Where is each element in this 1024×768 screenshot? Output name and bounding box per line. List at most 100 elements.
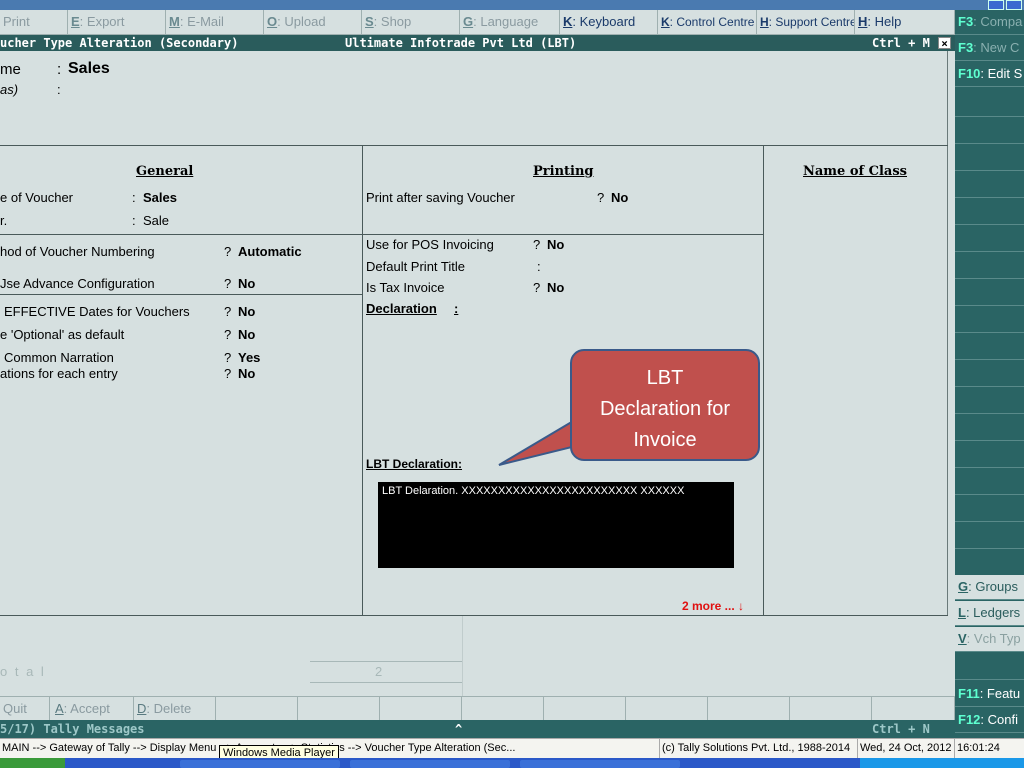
menu-support-centre-key: H	[760, 15, 769, 29]
empty-button	[298, 697, 380, 721]
lbt-declaration-label: LBT Declaration:	[366, 457, 463, 471]
default-print-title-label: Default Print Title	[366, 259, 465, 274]
advance-config-value[interactable]: No	[238, 276, 255, 291]
quit-button-label: Quit	[3, 701, 27, 716]
general-row-sep: :	[132, 213, 136, 228]
menu-keyboard[interactable]: K: Keyboard	[560, 10, 658, 35]
optional-default-value[interactable]: No	[238, 327, 255, 342]
general-row-label: Jse Advance Configuration	[0, 276, 155, 291]
accept-button[interactable]: A: Accept	[52, 697, 134, 721]
empty-panel-button	[955, 362, 1024, 387]
menu-control-centre-label: : Control Centre	[669, 15, 755, 29]
voucher-types-button[interactable]: V: Vch Typ	[955, 627, 1024, 652]
configure-button[interactable]: F12: Confi	[955, 708, 1024, 733]
tally-messages-bar[interactable]: 5/17) Tally Messages ^ Ctrl + N	[0, 720, 955, 738]
close-screen-icon[interactable]: ×	[938, 37, 951, 49]
callout-line: Invoice	[633, 429, 697, 451]
start-button[interactable]	[0, 758, 65, 768]
rp-label: : Groups	[968, 579, 1018, 594]
general-row-sep: ?	[224, 350, 232, 365]
common-narration-value[interactable]: Yes	[238, 350, 260, 365]
taskbar-window-button[interactable]	[350, 760, 510, 768]
close-window-icon[interactable]	[1006, 0, 1022, 10]
quit-button[interactable]: Quit	[0, 697, 50, 721]
numbering-method-value[interactable]: Automatic	[238, 244, 302, 259]
general-row-label: hod of Voucher Numbering	[0, 244, 155, 259]
copyright-text: (c) Tally Solutions Pvt. Ltd., 1988-2014	[660, 739, 858, 759]
minimize-icon[interactable]	[988, 0, 1004, 10]
features-button[interactable]: F11: Featu	[955, 682, 1024, 707]
current-date: Wed, 24 Oct, 2012	[858, 739, 955, 759]
general-row-sep: ?	[224, 304, 232, 319]
general-printing-divider	[362, 145, 363, 616]
pos-invoicing-value[interactable]: No	[547, 237, 564, 252]
empty-button	[626, 697, 708, 721]
lbt-callout: LBT Declaration for Invoice	[570, 349, 760, 461]
empty-panel-button	[955, 443, 1024, 468]
menu-email[interactable]: M: E-Mail	[166, 10, 264, 35]
window-top-strip	[0, 0, 1024, 10]
alias-label: as)	[0, 82, 19, 97]
empty-button	[544, 697, 626, 721]
edit-screen-button[interactable]: F10: Edit S	[955, 62, 1024, 87]
callout-line: LBT	[646, 367, 684, 389]
new-company-button[interactable]: F3: New C	[955, 36, 1024, 61]
menu-support-centre[interactable]: H: Support Centre	[757, 10, 855, 35]
lbt-declaration-textarea[interactable]: LBT Delaration. XXXXXXXXXXXXXXXXXXXXXXXX…	[378, 482, 734, 568]
empty-panel-button	[955, 335, 1024, 360]
print-after-saving-value[interactable]: No	[611, 190, 628, 205]
menu-print-label: Print	[3, 14, 30, 29]
effective-dates-value[interactable]: No	[238, 304, 255, 319]
more-items-link[interactable]: 2 more ... ↓	[682, 599, 744, 613]
menu-keyboard-key: K	[563, 14, 573, 29]
company-info-button[interactable]: F3: Compa	[955, 10, 1024, 35]
rp-key: F11	[958, 686, 980, 701]
declaration-sep: :	[454, 301, 459, 316]
tax-invoice-value[interactable]: No	[547, 280, 564, 295]
delete-label: : Delete	[146, 701, 192, 716]
menu-help[interactable]: H: Help	[855, 10, 955, 35]
delete-button[interactable]: D: Delete	[134, 697, 216, 721]
rp-label: : Ledgers	[965, 605, 1021, 620]
rp-key: G	[958, 579, 969, 594]
taskbar-window-button[interactable]	[520, 760, 680, 768]
empty-button	[462, 697, 544, 721]
type-of-voucher-value[interactable]: Sales	[143, 190, 177, 205]
name-value[interactable]: Sales	[68, 60, 110, 78]
general-row-label: e of Voucher	[0, 190, 73, 205]
pos-invoicing-label: Use for POS Invoicing	[366, 237, 494, 252]
ledgers-button[interactable]: L: Ledgers	[955, 601, 1024, 626]
empty-panel-button	[955, 254, 1024, 279]
menu-print[interactable]: Print	[0, 10, 68, 35]
tax-invoice-sep: ?	[533, 280, 541, 295]
rp-key: L	[958, 605, 966, 620]
name-label: me	[0, 61, 21, 78]
taskbar-window-button[interactable]	[180, 760, 340, 768]
general-row-label: ations for each entry	[0, 366, 118, 381]
rp-label: : Vch Typ	[966, 631, 1021, 646]
rp-label: : Confi	[980, 712, 1018, 727]
menu-shop[interactable]: S: Shop	[362, 10, 460, 35]
empty-button	[872, 697, 955, 721]
name-of-class-title: Name of Class	[803, 164, 907, 179]
menu-upload[interactable]: O: Upload	[264, 10, 362, 35]
menu-control-centre[interactable]: K: Control Centre	[658, 10, 757, 35]
groups-button[interactable]: G: Groups	[955, 575, 1024, 600]
menu-language[interactable]: G: Language	[460, 10, 560, 35]
empty-panel-button	[955, 200, 1024, 225]
menu-export-key: E	[71, 14, 80, 29]
rp-key: F3	[958, 40, 974, 55]
narration-each-entry-value[interactable]: No	[238, 366, 255, 381]
total-bottom-line	[310, 682, 462, 683]
menu-control-centre-key: K	[661, 15, 670, 29]
abbreviation-value[interactable]: Sale	[143, 213, 169, 228]
general-row-sep: ?	[224, 276, 232, 291]
menu-export[interactable]: E: Export	[68, 10, 166, 35]
general-row-label: EFFECTIVE Dates for Vouchers	[4, 304, 190, 319]
menu-email-key: M	[169, 14, 180, 29]
menu-keyboard-label: : Keyboard	[572, 14, 636, 29]
empty-panel-button	[955, 470, 1024, 495]
empty-panel-button	[955, 146, 1024, 171]
empty-button	[380, 697, 462, 721]
general-row-sep: ?	[224, 366, 232, 381]
